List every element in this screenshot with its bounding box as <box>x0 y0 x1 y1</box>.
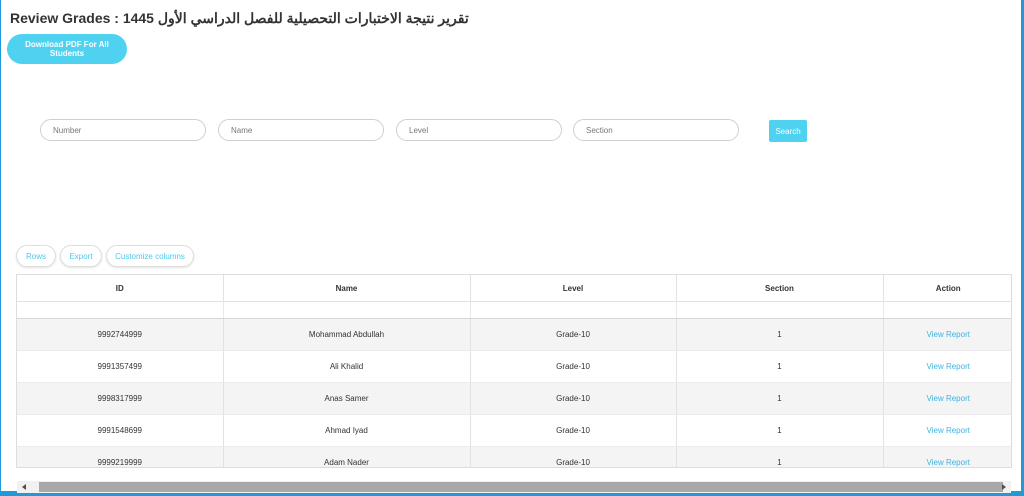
grades-table: ID Name Level Section Action 9992744999 … <box>16 274 1012 468</box>
cell-action: View Report <box>883 446 1011 467</box>
cell-action: View Report <box>883 414 1011 447</box>
view-report-link[interactable]: View Report <box>927 362 970 371</box>
cell-id: 9999219999 <box>17 446 224 467</box>
rows-button[interactable]: Rows <box>16 245 56 267</box>
filter-cell <box>17 301 224 319</box>
filter-cell <box>676 301 884 319</box>
filter-cell <box>883 301 1011 319</box>
view-report-link[interactable]: View Report <box>927 426 970 435</box>
section-input[interactable] <box>573 119 739 141</box>
cell-name: Ahmad Iyad <box>223 414 471 447</box>
cell-action: View Report <box>883 350 1011 383</box>
cell-section: 1 <box>676 350 884 383</box>
column-filter-row <box>17 301 1011 319</box>
table-header-row: ID Name Level Section Action <box>17 275 1011 302</box>
column-header-name[interactable]: Name <box>223 275 471 302</box>
cell-name: Adam Nader <box>223 446 471 467</box>
cell-name: Ali Khalid <box>223 350 471 383</box>
cell-section: 1 <box>676 318 884 351</box>
table-row: 9999219999 Adam Nader Grade-10 1 View Re… <box>17 446 1011 467</box>
view-report-link[interactable]: View Report <box>927 330 970 339</box>
table-row: 9991357499 Ali Khalid Grade-10 1 View Re… <box>17 350 1011 383</box>
view-report-link[interactable]: View Report <box>927 458 970 467</box>
cell-section: 1 <box>676 414 884 447</box>
table-row: 9992744999 Mohammad Abdullah Grade-10 1 … <box>17 318 1011 351</box>
download-pdf-button[interactable]: Download PDF For All Students <box>7 34 127 64</box>
horizontal-scrollbar[interactable] <box>17 481 1011 493</box>
level-input[interactable] <box>396 119 562 141</box>
table-row: 9991548699 Ahmad Iyad Grade-10 1 View Re… <box>17 414 1011 447</box>
cell-level: Grade-10 <box>470 318 677 351</box>
cell-level: Grade-10 <box>470 446 677 467</box>
scrollbar-thumb[interactable] <box>39 482 1003 492</box>
page-title: Review Grades : 1445 تقرير نتيجة الاختبا… <box>10 10 469 26</box>
column-header-section[interactable]: Section <box>676 275 884 302</box>
search-button[interactable]: Search <box>769 120 807 142</box>
scroll-left-arrow-icon[interactable] <box>22 484 26 490</box>
cell-id: 9991548699 <box>17 414 224 447</box>
cell-id: 9992744999 <box>17 318 224 351</box>
cell-level: Grade-10 <box>470 382 677 415</box>
column-header-level[interactable]: Level <box>470 275 677 302</box>
cell-level: Grade-10 <box>470 350 677 383</box>
filter-cell <box>470 301 677 319</box>
cell-level: Grade-10 <box>470 414 677 447</box>
number-input[interactable] <box>40 119 206 141</box>
cell-name: Mohammad Abdullah <box>223 318 471 351</box>
cell-id: 9991357499 <box>17 350 224 383</box>
cell-action: View Report <box>883 382 1011 415</box>
export-button[interactable]: Export <box>60 245 102 267</box>
name-input[interactable] <box>218 119 384 141</box>
table-row: 9998317999 Anas Samer Grade-10 1 View Re… <box>17 382 1011 415</box>
cell-id: 9998317999 <box>17 382 224 415</box>
cell-name: Anas Samer <box>223 382 471 415</box>
customize-columns-button[interactable]: Customize columns <box>106 245 194 267</box>
cell-action: View Report <box>883 318 1011 351</box>
cell-section: 1 <box>676 446 884 467</box>
filter-cell <box>223 301 471 319</box>
view-report-link[interactable]: View Report <box>927 394 970 403</box>
column-header-id[interactable]: ID <box>17 275 224 302</box>
column-header-action[interactable]: Action <box>883 275 1011 302</box>
scroll-right-arrow-icon[interactable] <box>1002 484 1006 490</box>
cell-section: 1 <box>676 382 884 415</box>
